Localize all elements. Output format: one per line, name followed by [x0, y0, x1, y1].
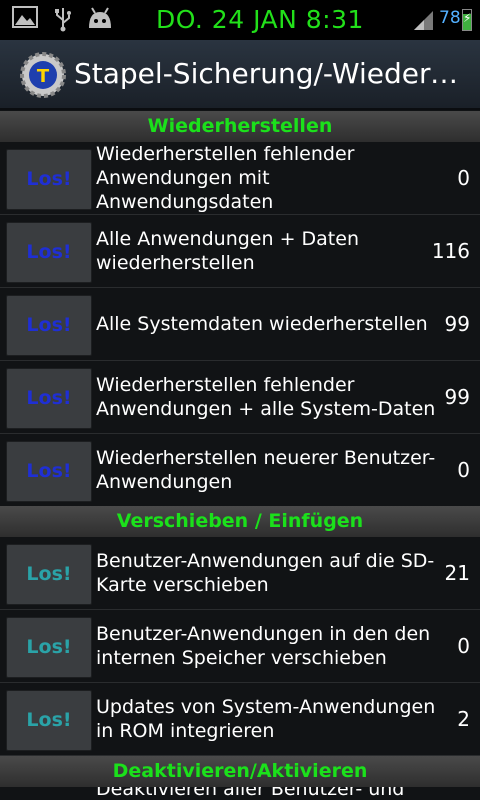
action-bar: T Stapel-Sicherung/-Wiederherst…: [0, 40, 480, 110]
page-title: Stapel-Sicherung/-Wiederherst…: [74, 57, 474, 90]
go-button[interactable]: Los!: [6, 544, 92, 605]
item-count: 99: [444, 312, 470, 336]
item-label: Wiederherstellen fehlender Anwendungen m…: [96, 143, 355, 213]
item-label: Wiederherstellen fehlender Anwendungen +…: [96, 374, 436, 420]
go-button[interactable]: Los!: [6, 368, 92, 429]
go-button[interactable]: Los!: [6, 617, 92, 678]
section-header-restore: Wiederherstellen: [0, 111, 480, 142]
list-item: Los! Alle Anwendungen + Daten wiederhers…: [0, 215, 480, 288]
list-item: Los! Wiederherstellen neuerer Benutzer-A…: [0, 434, 480, 507]
item-count: 0: [457, 166, 470, 190]
item-count: 0: [457, 634, 470, 658]
list-item: Los! Wiederherstellen fehlender Anwendun…: [0, 142, 480, 215]
section-header-move: Verschieben / Einfügen: [0, 506, 480, 537]
item-label: Updates von System-Anwendungen in ROM in…: [96, 696, 436, 742]
list-item: Los! Updates von System-Anwendungen in R…: [0, 683, 480, 756]
section-header-deactivate: Deaktivieren/Aktivieren: [0, 756, 480, 787]
item-count: 0: [457, 458, 470, 482]
item-label: Benutzer-Anwendungen auf die SD-Karte ve…: [96, 550, 435, 596]
item-label: Alle Anwendungen + Daten wiederherstelle…: [96, 228, 359, 274]
signal-icon: [412, 9, 434, 35]
status-bar: DO. 24 JAN 8:31 78 ⚡: [0, 0, 480, 40]
battery-charging-icon: ⚡: [462, 9, 472, 31]
list-item: Los! Wiederherstellen fehlender Anwendun…: [0, 361, 480, 434]
list-item: Los! Benutzer-Anwendungen in den den int…: [0, 610, 480, 683]
list-item: Los! Alle Systemdaten wiederherstellen 9…: [0, 288, 480, 361]
item-label: Wiederherstellen neuerer Benutzer-Anwend…: [96, 447, 436, 493]
titanium-backup-logo-icon[interactable]: T: [20, 52, 66, 98]
svg-text:T: T: [37, 66, 50, 87]
list-item: Deaktivieren aller Benutzer- und: [0, 787, 480, 800]
android-debug-icon: [86, 6, 114, 38]
item-count: 99: [444, 385, 470, 409]
item-count: 2: [457, 707, 470, 731]
item-count: 116: [431, 239, 470, 263]
item-label: Alle Systemdaten wiederherstellen: [96, 313, 428, 335]
item-label: Deaktivieren aller Benutzer- und: [96, 787, 405, 800]
go-button[interactable]: Los!: [6, 690, 92, 751]
go-button[interactable]: Los!: [6, 222, 92, 283]
go-button[interactable]: Los!: [6, 149, 92, 210]
item-label: Benutzer-Anwendungen in den den internen…: [96, 623, 431, 669]
go-button[interactable]: Los!: [6, 441, 92, 502]
list-item: Los! Benutzer-Anwendungen auf die SD-Kar…: [0, 537, 480, 610]
image-icon: [12, 6, 38, 36]
usb-icon: [54, 6, 72, 40]
status-clock: DO. 24 JAN 8:31: [156, 5, 364, 34]
go-button[interactable]: Los!: [6, 295, 92, 356]
battery-level: 78: [439, 8, 461, 28]
item-count: 21: [444, 561, 470, 585]
